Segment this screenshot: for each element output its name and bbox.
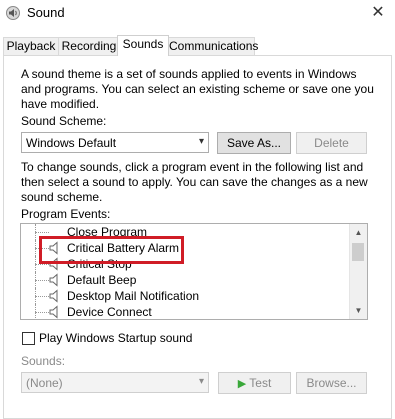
- title-bar: Sound ✕: [0, 0, 395, 28]
- intro-line-2: and programs. You can select an existing…: [21, 82, 374, 96]
- close-icon: ✕: [371, 4, 385, 21]
- play-icon: ▶: [237, 378, 247, 390]
- close-button[interactable]: ✕: [361, 0, 395, 28]
- sound-scheme-value: Windows Default: [26, 136, 117, 150]
- scroll-thumb[interactable]: [352, 243, 364, 261]
- tab-communications[interactable]: Communications: [168, 37, 258, 55]
- instructions-line-2: then select a sound to apply. You can sa…: [21, 175, 368, 189]
- scroll-down-icon[interactable]: ▼: [350, 302, 367, 319]
- instructions-line-3: sound scheme.: [21, 190, 103, 204]
- highlight-box: [39, 236, 184, 264]
- startup-sound-checkbox[interactable]: [22, 332, 35, 345]
- list-scrollbar[interactable]: ▲ ▼: [349, 224, 367, 319]
- list-item[interactable]: Device Connect: [21, 304, 351, 319]
- intro-line-1: A sound theme is a set of sounds applied…: [21, 67, 357, 81]
- sounds-label: Sounds:: [21, 354, 66, 368]
- scroll-up-icon[interactable]: ▲: [350, 224, 367, 241]
- save-as-button[interactable]: Save As...: [217, 132, 291, 154]
- speaker-icon: [49, 305, 58, 319]
- program-events-label: Program Events:: [21, 207, 111, 221]
- browse-button[interactable]: Browse...: [296, 372, 367, 394]
- sounds-value: (None): [26, 376, 63, 390]
- speaker-icon: [49, 273, 58, 287]
- tab-sounds[interactable]: Sounds: [117, 35, 169, 56]
- window-title: Sound: [27, 5, 65, 20]
- chevron-down-icon: ▾: [198, 136, 204, 147]
- speaker-app-icon: [6, 6, 20, 20]
- test-button-label: Test: [249, 376, 272, 390]
- list-item[interactable]: Default Beep: [21, 272, 351, 288]
- startup-sound-label: Play Windows Startup sound: [39, 331, 193, 345]
- intro-line-3: have modified.: [21, 97, 100, 111]
- chevron-down-icon: ▾: [198, 376, 204, 387]
- test-button[interactable]: ▶ Test: [218, 372, 291, 394]
- delete-button[interactable]: Delete: [296, 132, 367, 154]
- sounds-select[interactable]: (None) ▾: [21, 372, 209, 393]
- instructions-line-1: To change sounds, click a program event …: [21, 160, 364, 174]
- tab-recording[interactable]: Recording: [58, 37, 120, 55]
- sound-scheme-label: Sound Scheme:: [21, 114, 107, 128]
- sound-scheme-select[interactable]: Windows Default ▾: [21, 132, 209, 153]
- tab-playback[interactable]: Playback: [3, 37, 59, 55]
- speaker-icon: [49, 289, 58, 303]
- list-item[interactable]: Desktop Mail Notification: [21, 288, 351, 304]
